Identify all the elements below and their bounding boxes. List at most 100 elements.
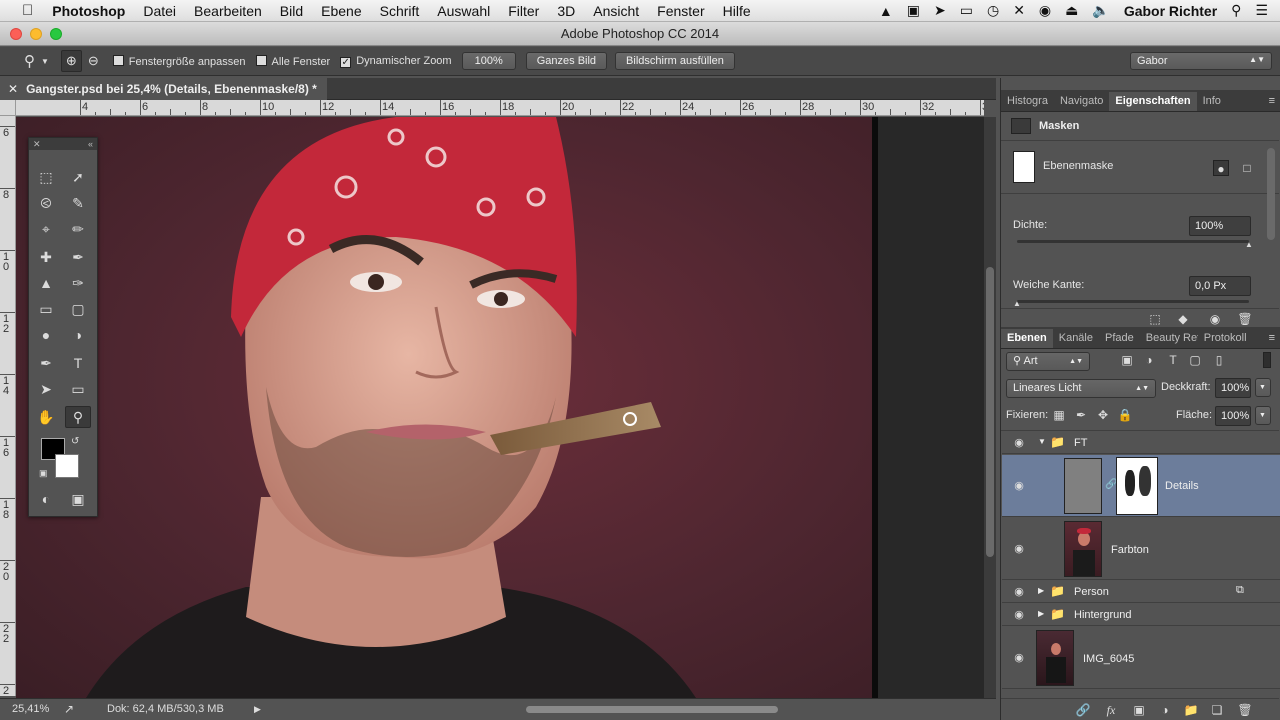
layer-mask-thumbnail[interactable] <box>1116 457 1158 515</box>
wifi-icon[interactable]: ◉ <box>1039 2 1051 19</box>
vector-mask-icon[interactable]: □ <box>1239 160 1255 176</box>
pen-tool-icon[interactable]: ✒ <box>33 352 59 374</box>
apple-icon[interactable]:  <box>0 2 43 19</box>
scroll-thumb[interactable] <box>986 267 994 557</box>
airplay-icon[interactable]: ▭ <box>960 2 973 19</box>
fit-window-checkbox[interactable]: Fenstergröße anpassen <box>112 54 246 68</box>
zoom-window-button[interactable] <box>50 28 62 40</box>
healing-brush-tool-icon[interactable]: ✚ <box>33 246 59 268</box>
fit-screen-button[interactable]: Ganzes Bild <box>525 52 608 70</box>
layers-panel-menu-icon[interactable]: ≡ <box>1269 329 1280 348</box>
properties-scrollbar[interactable] <box>1267 148 1275 240</box>
minimize-window-button[interactable] <box>30 28 42 40</box>
chevron-right-icon[interactable]: ▶ <box>1038 586 1044 595</box>
time-machine-icon[interactable]: ◷ <box>987 2 999 19</box>
history-brush-tool-icon[interactable]: ✑ <box>65 272 91 294</box>
blur-tool-icon[interactable]: ● <box>33 324 59 346</box>
menu-fenster[interactable]: Fenster <box>648 3 713 19</box>
new-layer-icon[interactable]: ❏ <box>1209 702 1225 718</box>
quick-selection-tool-icon[interactable]: ✎ <box>65 192 91 214</box>
path-selection-tool-icon[interactable]: ➤ <box>33 378 59 400</box>
gradient-tool-icon[interactable]: ▢ <box>65 298 91 320</box>
layer-row-details[interactable]: ◉ 🔗 Details <box>1002 455 1280 517</box>
tab-channels[interactable]: Kanäle <box>1053 329 1099 348</box>
quick-mask-icon[interactable]: ◐ <box>33 488 59 510</box>
default-colors-icon[interactable]: ▣ <box>39 468 48 479</box>
layer-row-hintergrund[interactable]: ◉ ▶ 📁 Hintergrund <box>1002 604 1280 626</box>
zoom-in-icon[interactable]: ⊕ <box>60 50 82 72</box>
tab-beauty-retouch[interactable]: Beauty Ret <box>1140 329 1198 348</box>
menu-auswahl[interactable]: Auswahl <box>428 3 499 19</box>
chevron-right-icon[interactable]: ▶ <box>1038 609 1044 618</box>
all-windows-checkbox[interactable]: Alle Fenster <box>255 54 330 68</box>
layer-row-ft[interactable]: ◉ ▼ 📁 FT <box>1002 432 1280 454</box>
canvas-vertical-scrollbar[interactable] <box>984 117 996 698</box>
zoom-level[interactable]: 25,41% <box>12 699 49 719</box>
export-icon[interactable]: ↗ <box>64 699 74 719</box>
filter-type-icon[interactable]: T <box>1165 352 1181 368</box>
chevron-down-icon[interactable]: ▼ <box>1038 437 1046 446</box>
layer-row-person[interactable]: ◉ ▶ 📁 Person ⧉ <box>1002 581 1280 603</box>
document-canvas[interactable] <box>16 117 984 698</box>
workspace-select[interactable]: Gabor ▲▼ <box>1130 52 1272 70</box>
panel-menu-icon[interactable]: ≡ <box>1269 92 1280 111</box>
type-tool-icon[interactable]: T <box>65 352 91 374</box>
lock-transparency-icon[interactable]: ▦ <box>1051 407 1067 423</box>
zoom-100-button[interactable]: 100% <box>461 52 516 70</box>
visibility-eye-icon[interactable]: ◉ <box>1012 610 1026 621</box>
hat-icon[interactable]: ▲ <box>879 3 893 19</box>
user-name[interactable]: Gabor Richter <box>1124 3 1217 19</box>
monitor-icon[interactable]: ▣ <box>907 2 920 19</box>
feather-slider[interactable] <box>1017 300 1249 303</box>
menu-hilfe[interactable]: Hilfe <box>714 3 760 19</box>
link-layers-icon[interactable]: 🔗 <box>1075 702 1091 718</box>
layer-row-farbton[interactable]: ◉ Farbton <box>1002 518 1280 580</box>
tools-panel-header[interactable]: ✕ « <box>29 138 97 150</box>
layer-filter-select[interactable]: ⚲ Art ▲▼ <box>1006 352 1090 371</box>
tab-properties[interactable]: Eigenschaften <box>1109 92 1197 111</box>
tab-histogram[interactable]: Histogra <box>1001 92 1054 111</box>
mask-visibility-icon[interactable]: ◉ <box>1207 311 1223 327</box>
document-tab[interactable]: ✕ Gangster.psd bei 25,4% (Details, Ebenen… <box>0 78 327 100</box>
link-icon[interactable]: 🔗 <box>1105 479 1117 490</box>
visibility-eye-icon[interactable]: ◉ <box>1012 481 1026 492</box>
lock-position-icon[interactable]: ✥ <box>1095 407 1111 423</box>
density-input[interactable]: 100% <box>1189 216 1251 236</box>
menu-ebene[interactable]: Ebene <box>312 3 370 19</box>
delete-layer-icon[interactable]: 🗑 <box>1237 702 1253 718</box>
scrubby-zoom-checkbox[interactable]: ✓ Dynamischer Zoom <box>340 55 452 68</box>
dodge-tool-icon[interactable]: ◑ <box>65 324 91 346</box>
filter-shape-icon[interactable]: ▢ <box>1187 352 1203 368</box>
new-group-icon[interactable]: 📁 <box>1183 702 1199 718</box>
notification-center-icon[interactable]: ☰ <box>1255 2 1268 19</box>
menu-ansicht[interactable]: Ansicht <box>584 3 648 19</box>
apply-mask-icon[interactable]: ◆ <box>1175 311 1191 327</box>
menu-schrift[interactable]: Schrift <box>371 3 429 19</box>
close-window-button[interactable] <box>10 28 22 40</box>
fill-screen-button[interactable]: Bildschirm ausfüllen <box>615 52 735 70</box>
layer-style-fx-icon[interactable]: fx <box>1103 702 1119 718</box>
swap-colors-icon[interactable]: ↺ <box>71 436 79 447</box>
opacity-input[interactable]: 100% <box>1215 378 1251 398</box>
density-slider-handle[interactable]: ▲ <box>1245 240 1253 249</box>
menu-3d[interactable]: 3D <box>548 3 584 19</box>
close-tab-icon[interactable]: ✕ <box>8 82 18 96</box>
ruler-origin[interactable] <box>0 100 16 116</box>
tab-history[interactable]: Protokoll <box>1198 329 1253 348</box>
feather-slider-handle[interactable]: ▲ <box>1013 299 1021 308</box>
volume-icon[interactable]: 🔈 <box>1092 2 1109 19</box>
tab-paths[interactable]: Pfade <box>1099 329 1140 348</box>
chevron-down-icon[interactable]: ▼ <box>41 57 49 66</box>
filter-toggle[interactable] <box>1263 352 1271 368</box>
vertical-ruler[interactable]: 6 8 10 12 14 16 18 20 22 24 <box>0 116 16 696</box>
new-adjustment-layer-icon[interactable]: ◑ <box>1157 702 1173 718</box>
status-menu-arrow-icon[interactable]: ▶ <box>254 699 261 719</box>
hand-tool-icon[interactable]: ✋ <box>33 406 59 428</box>
zoom-tool-preset-icon[interactable]: ⚲ <box>24 52 35 70</box>
tab-layers[interactable]: Ebenen <box>1001 329 1053 348</box>
visibility-eye-icon[interactable]: ◉ <box>1012 587 1026 598</box>
layer-row-img-6045[interactable]: ◉ IMG_6045 <box>1002 627 1280 689</box>
lock-pixels-icon[interactable]: ✒ <box>1073 407 1089 423</box>
horizontal-scrollbar[interactable] <box>526 706 778 713</box>
tab-info[interactable]: Info <box>1197 92 1227 111</box>
